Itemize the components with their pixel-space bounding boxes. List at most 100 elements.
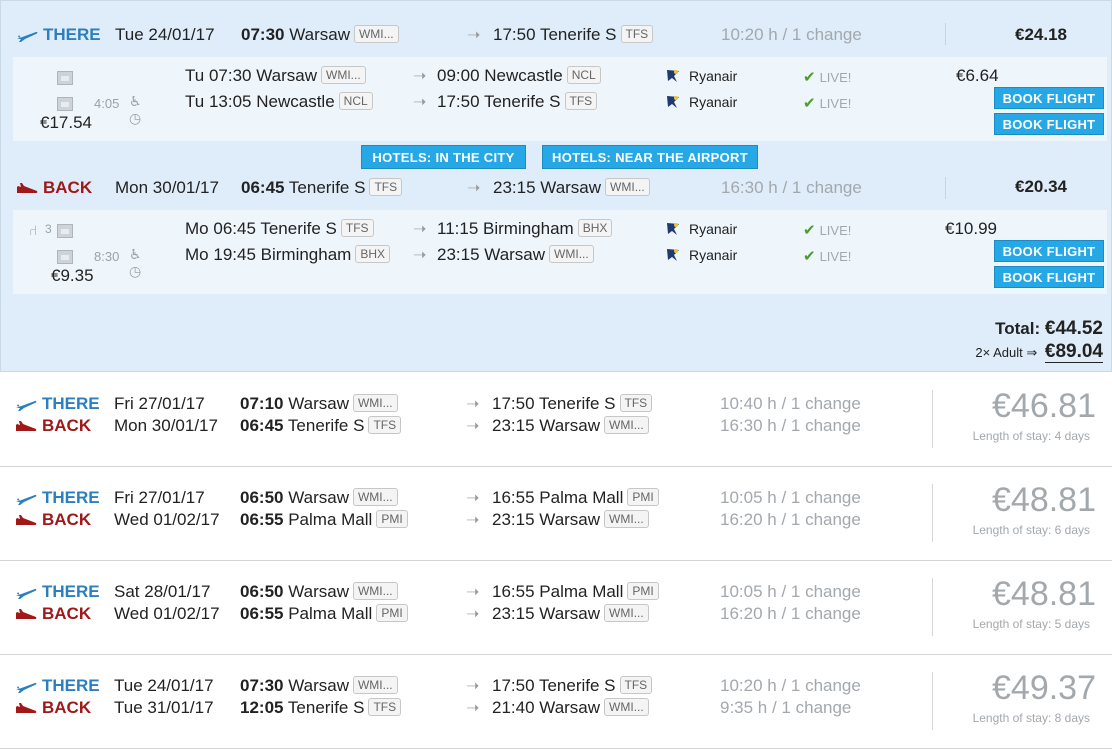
leg-live-status: ✔ LIVE! [803,68,851,86]
leg-arr-code: NCL [566,66,601,84]
leg-departure: Tu 13:05 Newcastle NCL [185,92,373,112]
leg-airline: Ryanair [689,247,738,263]
leg-dep-city: Newcastle [256,92,335,111]
there-dep-code: WMI... [353,25,399,43]
leg-price: €10.99 [945,219,997,238]
back-arr-city: Warsaw [539,698,601,717]
back-arr-code: WMI... [604,698,649,716]
back-departure: 06:55 Palma Mall PMI [240,510,408,530]
there-date: Sat 28/01/17 [114,582,211,601]
arrow-right-icon: ➝ [466,396,480,413]
back-arrival: 23:15 Warsaw WMI... [493,178,650,198]
plane-takeoff-icon [15,586,37,600]
book-flight-button[interactable]: BOOK FLIGHT [994,266,1104,288]
leg-airline: Ryanair [689,68,738,84]
there-dep-code: WMI... [352,488,398,506]
hotels-near-airport-button[interactable]: HOTELS: NEAR THE AIRPORT [542,145,758,169]
there-date: Tue 24/01/17 [114,676,214,695]
result-card[interactable]: THERE Tue 24/01/17 07:30 Warsaw WMI... ➝ … [0,655,1112,749]
arrow-right-icon: ➝ [413,247,427,264]
there-duration: 10:20 h / 1 change [721,25,862,44]
there-arrival: 17:50 Tenerife S TFS [492,394,653,414]
leg-arr-time: 09:00 [437,66,480,85]
book-flight-button[interactable]: BOOK FLIGHT [994,87,1104,109]
back-arr-city: Warsaw [539,510,601,529]
result-card[interactable]: THERE Fri 27/01/17 07:10 Warsaw WMI... ➝ … [0,373,1112,467]
there-arr-time: 17:50 [492,676,535,695]
back-arr-city: Warsaw [539,604,601,623]
back-duration: 16:20 h / 1 change [720,510,861,529]
back-dep-city: Tenerife S [288,178,366,197]
there-arr-code: TFS [619,676,653,694]
back-row: BACK Wed 01/02/17 06:55 Palma Mall PMI ➝ … [0,510,1112,532]
leg-arrival: 17:50 Tenerife S TFS [437,92,598,112]
back-arr-code: WMI... [604,510,649,528]
there-arr-time: 16:55 [492,488,535,507]
there-departure: 06:50 Warsaw WMI... [240,582,398,602]
back-legs-price: €9.35 [51,266,94,285]
adult-total-row: 2× Adult ⇒ €89.04 [975,341,1103,363]
back-arr-time: 23:15 [493,178,536,197]
length-of-stay: Length of stay: 6 days [972,523,1090,537]
back-dep-time: 06:55 [240,604,284,623]
there-arr-time: 17:50 [492,394,535,413]
total-label: Total: [995,319,1041,338]
arrow-right-icon: ➝ [466,512,480,529]
back-date: Wed 01/02/17 [114,604,220,623]
there-arr-city: Tenerife S [538,676,616,695]
back-label: BACK [42,604,92,623]
leg-dep-time: 06:45 [213,219,256,238]
back-dep-code: TFS [368,416,402,434]
back-dep-city: Palma Mall [288,510,373,529]
adult-label: 2× Adult ⇒ [975,345,1038,360]
ryanair-logo-icon [665,247,681,263]
leg-dep-code: NCL [338,92,373,110]
back-dep-time: 06:45 [240,416,284,435]
back-arrival: 23:15 Warsaw WMI... [492,510,649,530]
divider [932,672,933,730]
hotels-in-city-button[interactable]: HOTELS: IN THE CITY [361,145,526,169]
result-card[interactable]: THERE Fri 27/01/17 06:50 Warsaw WMI... ➝ … [0,467,1112,561]
arrow-right-icon: ➝ [467,180,481,197]
there-label: THERE [42,394,100,413]
there-row: THERE Sat 28/01/17 06:50 Warsaw WMI... ➝ … [0,582,1112,604]
there-price: €24.18 [1015,25,1067,44]
there-arr-code: PMI [627,582,659,600]
result-card[interactable]: THERE Sat 28/01/17 06:50 Warsaw WMI... ➝ … [0,561,1112,655]
total-amount: €44.52 [1044,318,1103,339]
back-arr-city: Warsaw [539,416,601,435]
there-arr-city: Palma Mall [539,582,624,601]
back-dep-code: TFS [369,178,403,196]
leg-arr-time: 23:15 [437,245,480,264]
back-arr-time: 21:40 [492,698,535,717]
leg-arrival: 09:00 Newcastle NCL [437,66,601,86]
arrow-right-icon: ➝ [466,678,480,695]
divider [932,390,933,448]
divider [932,484,933,542]
book-flight-button[interactable]: BOOK FLIGHT [994,113,1104,135]
back-dep-time: 06:55 [240,510,284,529]
back-date: Mon 30/01/17 [115,178,219,197]
back-arr-city: Warsaw [540,178,602,197]
back-label: BACK [42,416,92,435]
back-date: Wed 01/02/17 [114,510,220,529]
leg-live-status: ✔ LIVE! [803,221,851,239]
ryanair-logo-icon [665,94,681,110]
total-price-row: Total: €44.52 [995,318,1103,340]
plane-landing-icon [15,420,37,434]
divider [945,23,946,45]
leg-status-text: LIVE! [819,96,852,111]
back-dep-city: Tenerife S [287,698,365,717]
book-flight-button[interactable]: BOOK FLIGHT [994,240,1104,262]
back-label: BACK [42,698,92,717]
back-arrival: 21:40 Warsaw WMI... [492,698,649,718]
back-dep-code: PMI [376,510,408,528]
ryanair-logo-icon [665,221,681,237]
back-duration: 16:30 h / 1 change [721,178,862,197]
plane-takeoff-icon [15,398,37,412]
length-of-stay: Length of stay: 8 days [972,711,1090,725]
back-price: €20.34 [1015,177,1067,196]
plane-landing-icon [15,514,37,528]
there-date: Fri 27/01/17 [114,394,205,413]
there-dep-city: Warsaw [288,582,349,601]
